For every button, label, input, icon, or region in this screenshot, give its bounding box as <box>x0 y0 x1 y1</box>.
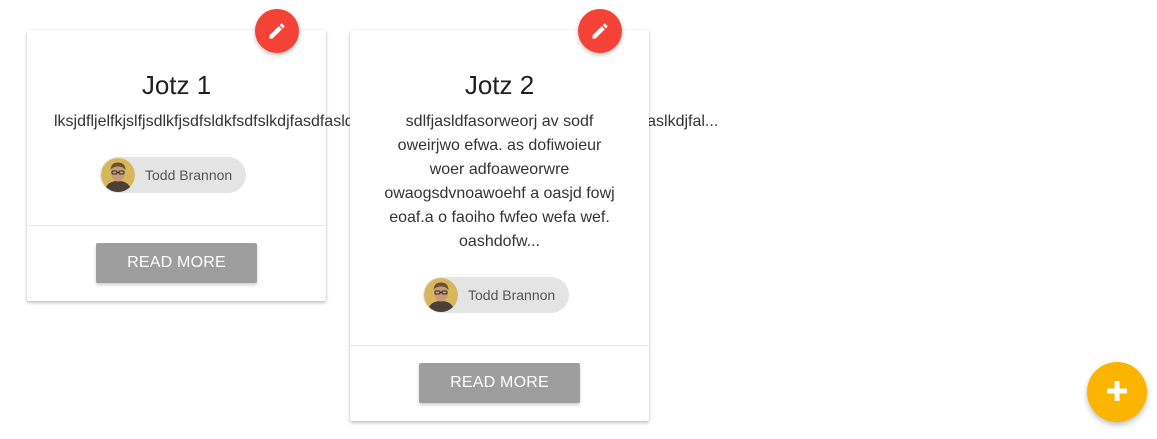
card-divider <box>27 225 326 226</box>
card-title: Jotz 2 <box>464 70 535 100</box>
card-text-line: owaogsdvnoawoehf a oasjd fowj <box>384 185 615 202</box>
card-content: Jotz 1 lksjdfljelfkjslfjsdlkfjsdfsldkfsd… <box>27 30 718 225</box>
author-name: Todd Brannon <box>145 167 233 183</box>
card-content: Jotz 2 sdlfjasldfasorweorj av sodf oweir… <box>350 30 649 345</box>
author-name: Todd Brannon <box>468 287 556 303</box>
add-jot-button[interactable] <box>1087 362 1147 422</box>
card-title: Jotz 1 <box>141 70 212 100</box>
author-chip[interactable]: Todd Brannon <box>100 157 247 193</box>
jot-card: Jotz 2 sdlfjasldfasorweorj av sodf oweir… <box>350 30 649 421</box>
card-text-line: woer adfoaweorwre <box>429 161 570 178</box>
card-text-line: oweirjwo efwa. as dofiwoieur <box>397 137 602 154</box>
author-chip[interactable]: Todd Brannon <box>423 277 570 313</box>
read-more-button[interactable]: READ MORE <box>419 363 580 403</box>
jot-card: Jotz 1 lksjdfljelfkjslfjsdlkfjsdfsldkfsd… <box>27 30 718 301</box>
avatar <box>424 278 458 312</box>
card-text: sdlfjasldfasorweorj av sodf oweirjwo efw… <box>350 110 649 254</box>
card-text-line: eoaf.a o faoiho fwfeo wefa wef. <box>389 209 610 226</box>
avatar <box>101 158 135 192</box>
plus-icon <box>1105 379 1129 406</box>
pencil-icon <box>267 21 287 41</box>
edit-jot-button[interactable] <box>578 9 622 53</box>
read-more-button[interactable]: READ MORE <box>96 243 257 283</box>
card-divider <box>350 345 649 346</box>
card-text-line: oashdofw... <box>459 233 540 250</box>
edit-jot-button[interactable] <box>255 9 299 53</box>
pencil-icon <box>590 21 610 41</box>
card-text-line: sdlfjasldfasorweorj av sodf <box>405 113 594 130</box>
